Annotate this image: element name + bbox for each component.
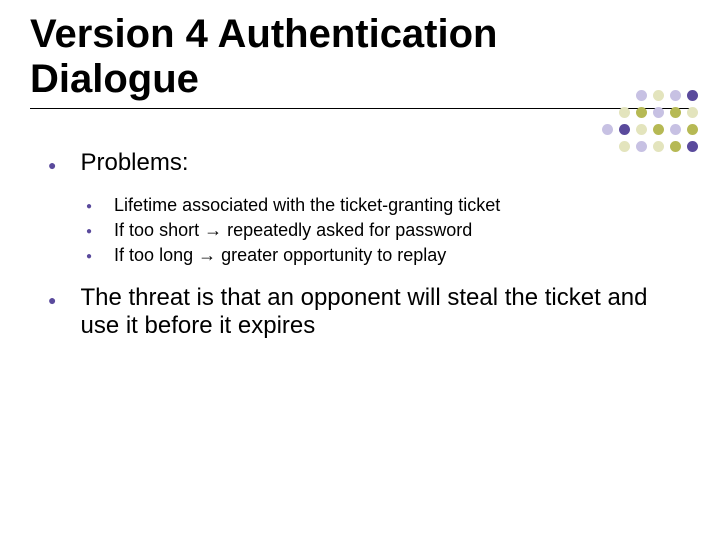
bullet-list: The threat is that an opponent will stea… <box>48 284 690 340</box>
list-item: If too short → repeatedly asked for pass… <box>86 220 690 241</box>
page-title: Version 4 Authentication Dialogue <box>30 12 530 102</box>
list-item-text: If too short → repeatedly asked for pass… <box>114 220 690 241</box>
list-item: The threat is that an opponent will stea… <box>48 284 690 340</box>
list-item: Problems: <box>48 149 690 177</box>
list-item: Lifetime associated with the ticket-gran… <box>86 195 690 216</box>
list-item-text: Problems: <box>80 149 690 177</box>
list-item-text: Lifetime associated with the ticket-gran… <box>114 195 690 216</box>
decorative-dot-grid <box>602 90 700 154</box>
list-item-text: The threat is that an opponent will stea… <box>80 284 690 340</box>
sub-bullet-list: Lifetime associated with the ticket-gran… <box>86 195 690 266</box>
title-divider <box>30 108 690 109</box>
list-item: If too long → greater opportunity to rep… <box>86 245 690 266</box>
bullet-list: Problems: <box>48 149 690 177</box>
list-item-text: If too long → greater opportunity to rep… <box>114 245 690 266</box>
slide: Version 4 Authentication Dialogue Proble… <box>0 0 720 540</box>
